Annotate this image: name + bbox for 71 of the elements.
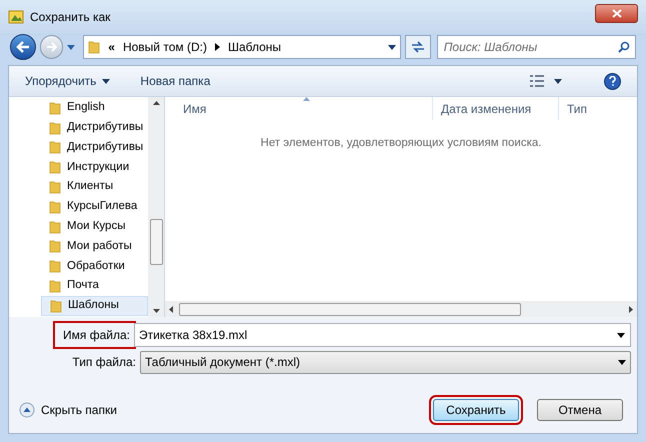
- scroll-right-icon: [629, 306, 633, 312]
- breadcrumb-overflow[interactable]: «: [108, 38, 115, 56]
- folder-item[interactable]: КурсыГилева: [41, 196, 148, 217]
- organize-button[interactable]: Упорядочить: [25, 72, 110, 90]
- folder-item[interactable]: Шаблоны: [41, 296, 148, 316]
- folder-item[interactable]: Мои работы: [41, 236, 148, 256]
- folder-icon: [49, 239, 61, 254]
- sort-arrow-icon: [303, 97, 310, 101]
- folder-icon: [49, 100, 61, 115]
- file-type-label: Тип файла:: [71, 354, 137, 371]
- column-header[interactable]: Тип: [559, 97, 637, 120]
- cancel-button[interactable]: Отмена: [537, 398, 623, 420]
- arrow-right-icon: [46, 42, 58, 52]
- arrow-left-icon: [16, 41, 30, 53]
- folder-item[interactable]: Дистрибутивы: [41, 138, 148, 158]
- folder-item[interactable]: Инструкции: [41, 157, 148, 178]
- folder-icon: [49, 200, 61, 214]
- folder-icon: [50, 298, 62, 313]
- caret-icon: [554, 78, 562, 84]
- view-button[interactable]: [530, 75, 562, 87]
- column-header[interactable]: Дата изменения: [433, 97, 559, 120]
- empty-message: Нет элементов, удовлетворяющих условиям поиска.: [260, 136, 542, 151]
- folder-icon: [49, 279, 61, 294]
- dropdown-caret-icon: [618, 360, 626, 364]
- folder-icon: [49, 160, 61, 174]
- folder-item[interactable]: Дистрибутивы: [41, 118, 148, 138]
- folder-icon: [49, 259, 61, 274]
- folder-icon: [49, 120, 61, 135]
- close-icon: [612, 9, 622, 18]
- file-type-dropdown[interactable]: Табличный документ (*.mxl): [140, 350, 631, 374]
- scrollbar-thumb[interactable]: [150, 219, 162, 265]
- dropdown-caret-icon: [67, 44, 76, 50]
- folder-icon: [49, 220, 61, 234]
- refresh-icon: [410, 41, 425, 53]
- vertical-scrollbar[interactable]: [148, 97, 164, 317]
- folder-item[interactable]: Клиенты: [41, 177, 148, 197]
- help-button[interactable]: [604, 72, 621, 90]
- folder-icon: [49, 180, 61, 194]
- caret-icon: [102, 78, 110, 84]
- search-icon: [618, 41, 630, 53]
- chevron-right-icon: [214, 43, 220, 51]
- search-field[interactable]: Поиск: Шаблоны: [436, 35, 636, 59]
- collapse-icon: [19, 402, 35, 418]
- column-header[interactable]: Имя: [165, 97, 433, 120]
- file-name-field[interactable]: Этикетка 38x19.mxl: [134, 323, 631, 347]
- new-folder-button[interactable]: Новая папка: [140, 72, 210, 90]
- help-icon: [609, 76, 616, 86]
- scroll-up-icon: [152, 101, 160, 105]
- hide-folders-button[interactable]: Скрыть папки: [19, 400, 117, 418]
- horizontal-scrollbar[interactable]: [165, 301, 637, 317]
- scroll-left-icon: [169, 306, 173, 312]
- folder-item[interactable]: Обработки: [41, 256, 148, 276]
- list-view-icon: [530, 75, 544, 87]
- breadcrumb-item[interactable]: Шаблоны: [228, 38, 282, 56]
- refresh-button[interactable]: [405, 35, 431, 59]
- file-name-label: Имя файла:: [63, 327, 130, 344]
- scroll-down-icon: [152, 309, 160, 313]
- breadcrumb-item[interactable]: Новый том (D:): [122, 38, 207, 56]
- dropdown-caret-icon: [388, 44, 396, 50]
- back-button[interactable]: [10, 34, 36, 60]
- folder-icon: [49, 140, 61, 154]
- folder-item[interactable]: Мои Курсы: [41, 216, 148, 237]
- app-icon: [8, 8, 24, 24]
- close-button[interactable]: [595, 4, 638, 23]
- scrollbar-thumb[interactable]: [179, 302, 521, 316]
- folder-icon: [88, 40, 100, 54]
- address-bar[interactable]: « Новый том (D:) Шаблоны: [83, 35, 402, 59]
- folder-item[interactable]: English: [41, 98, 148, 118]
- dropdown-caret-icon: [617, 333, 625, 338]
- folder-item[interactable]: Почта: [41, 276, 148, 296]
- window-title: Сохранить как: [30, 8, 110, 26]
